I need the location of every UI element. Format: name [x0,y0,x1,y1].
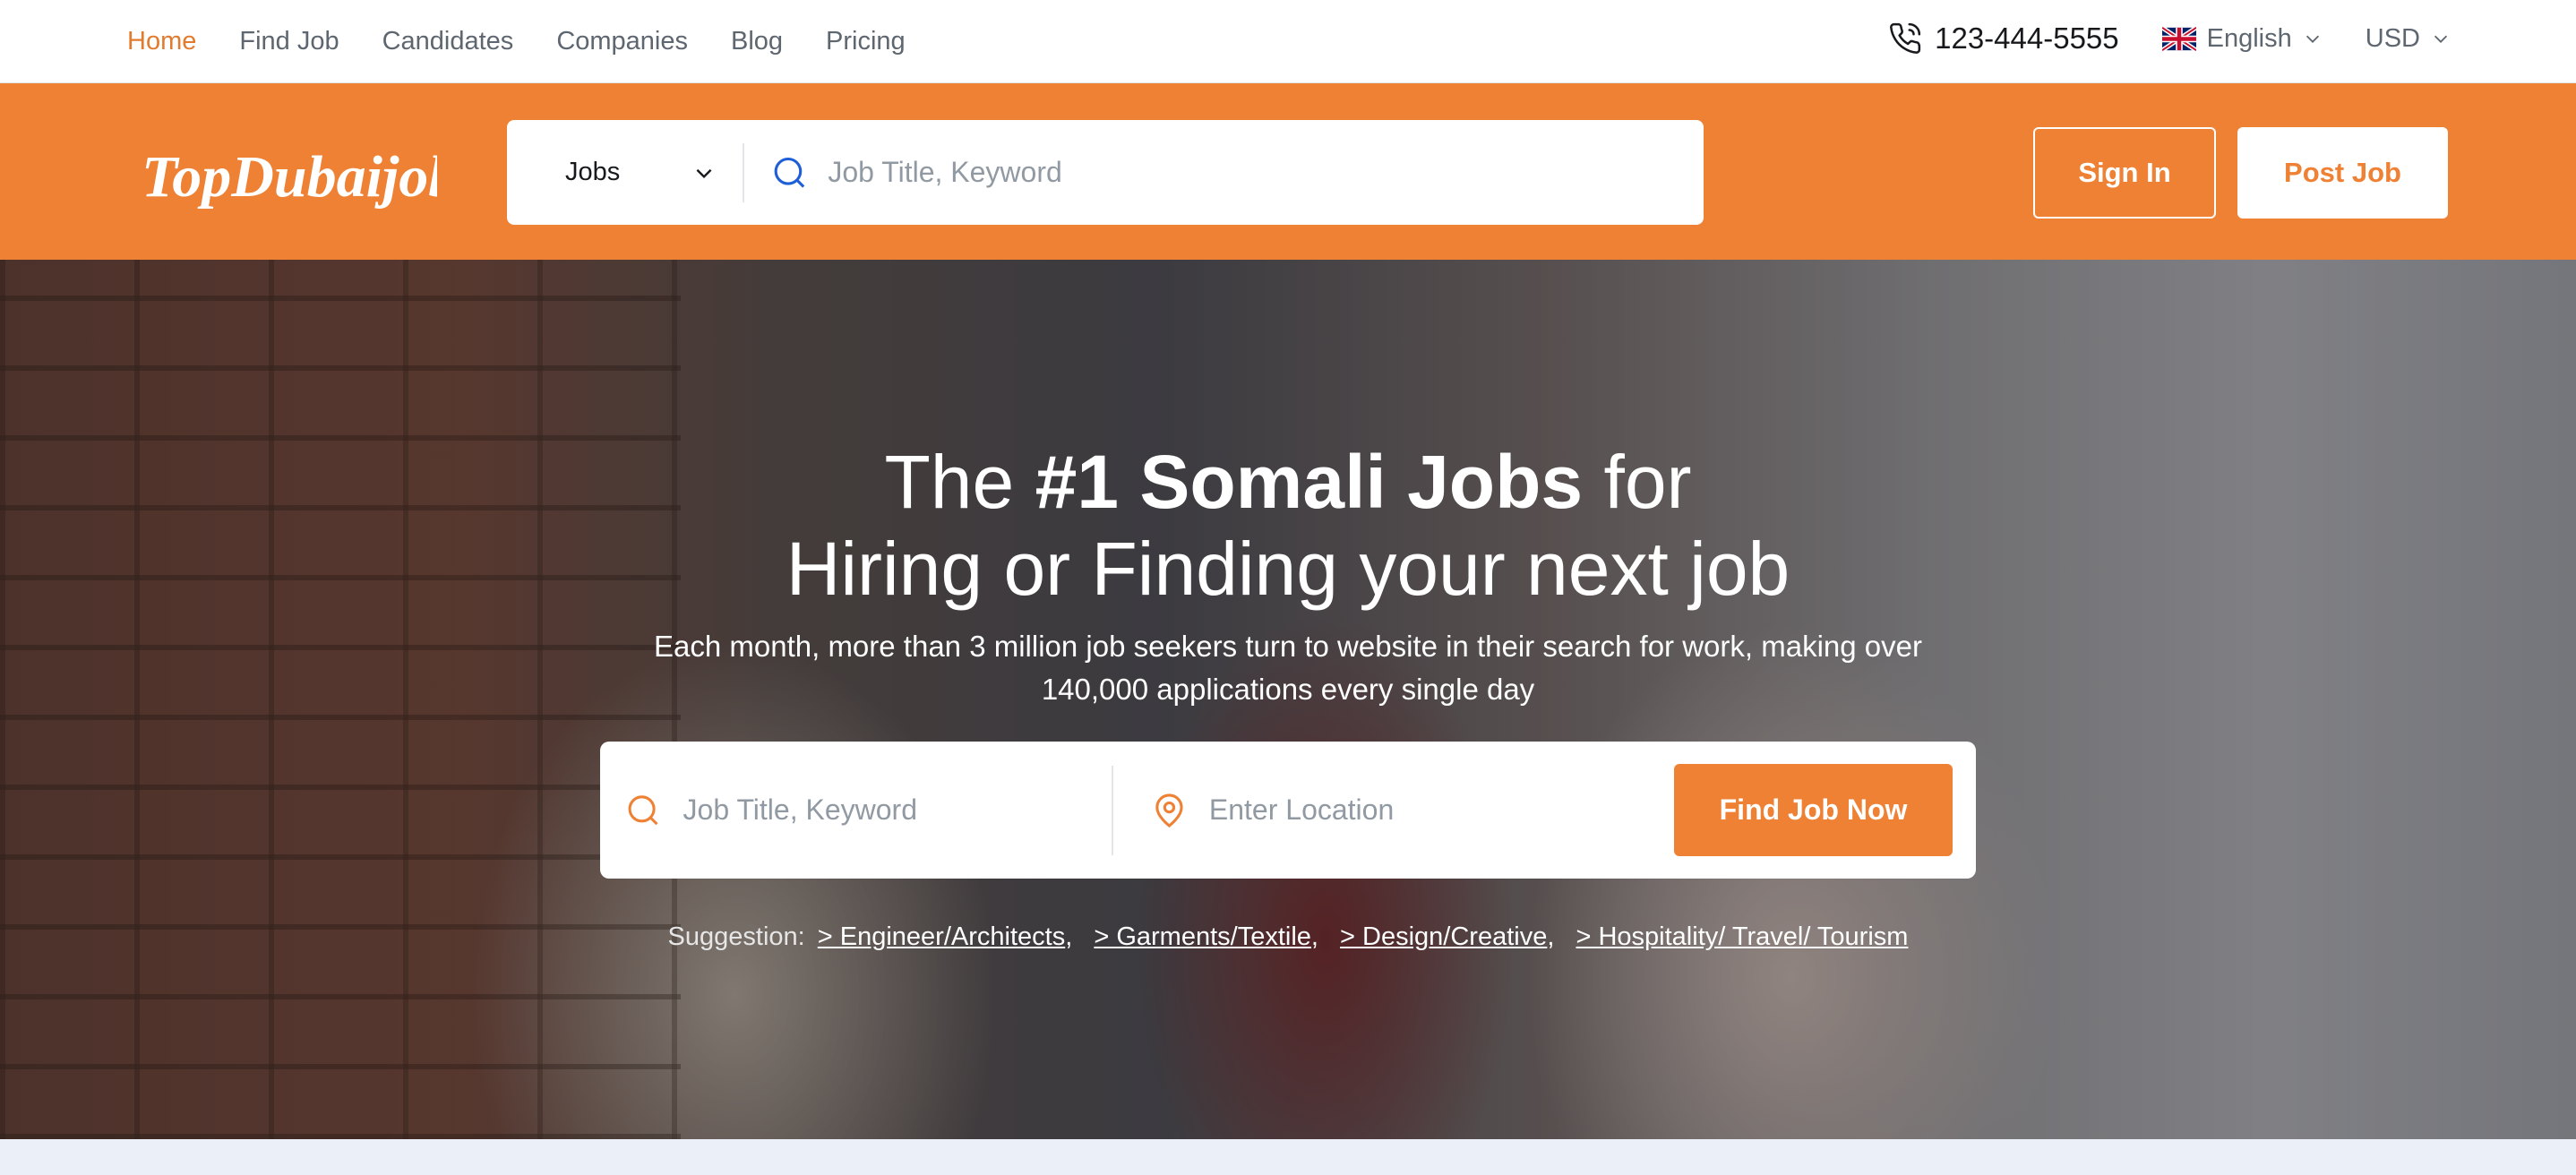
nav-companies[interactable]: Companies [556,27,688,56]
hero-background-image [0,260,681,1139]
search-icon [628,794,658,825]
phone-number: 123-444-5555 [1935,21,2119,55]
hero-title-post: for [1583,440,1692,524]
suggestion-link[interactable]: > Hospitality/ Travel/ Tourism [1576,922,1908,951]
nav-home[interactable]: Home [127,27,196,56]
hero-search-box: Find Job Now [600,742,1976,879]
chevron-down-icon [696,168,712,178]
search-type-value: Jobs [565,158,621,186]
chevron-down-icon [2306,35,2319,43]
header-search-field [744,153,1704,193]
hero-title-line2: Hiring or Finding your next job [786,527,1790,611]
suggestion-link[interactable]: > Garments/Textile [1094,922,1311,951]
search-icon [774,157,805,188]
suggestion-link[interactable]: > Design/Creative [1340,922,1547,951]
hero-title: The #1 Somali Jobs for Hiring or Finding… [0,439,2576,613]
phone-icon [1890,22,1921,54]
nav-candidates[interactable]: Candidates [382,27,514,56]
keyword-input[interactable] [683,793,1112,827]
suggestions: Suggestion: > Engineer/Architects, > Gar… [667,922,1909,951]
nav-blog[interactable]: Blog [731,27,783,56]
location-input[interactable] [1208,793,1674,827]
hero-section: The #1 Somali Jobs for Hiring or Finding… [0,260,2576,1139]
nav-pricing[interactable]: Pricing [826,27,906,56]
top-bar: Home Find Job Candidates Companies Blog … [0,0,2576,83]
map-pin-icon [1155,793,1183,828]
search-type-dropdown[interactable]: Jobs [507,142,744,202]
top-right-utilities: 123-444-5555 English USD [1888,0,2451,77]
hero-title-pre: The [884,440,1035,524]
sign-in-button[interactable]: Sign In [2033,127,2216,219]
post-job-button[interactable]: Post Job [2237,127,2448,219]
suggestion-label: Suggestion: [667,922,805,951]
header-search-bar: Jobs [507,120,1704,225]
language-label: English [2206,23,2292,53]
language-selector[interactable]: English [2161,23,2323,54]
location-field [1113,742,1674,879]
nav-find-job[interactable]: Find Job [239,27,339,56]
hero-title-bold: #1 Somali Jobs [1035,440,1584,524]
site-logo[interactable]: TopDubaijobs [142,133,437,212]
top-nav: Home Find Job Candidates Companies Blog … [127,0,906,83]
keyword-field [600,765,1113,855]
uk-flag-icon [2161,26,2196,51]
hero-subtitle: Each month, more than 3 million job seek… [654,630,1922,706]
phone-contact[interactable]: 123-444-5555 [1888,21,2119,56]
svg-text:TopDubaijobs: TopDubaijobs [142,144,437,210]
main-header: TopDubaijobs Jobs Sign In Post Job [0,83,2576,260]
chevron-down-icon [2434,35,2448,43]
find-job-button[interactable]: Find Job Now [1674,764,1953,856]
header-search-input[interactable] [828,156,1704,189]
next-section-strip [0,1139,2576,1175]
currency-label: USD [2365,23,2420,53]
suggestion-link[interactable]: > Engineer/Architects [818,922,1065,951]
currency-selector[interactable]: USD [2366,24,2451,54]
